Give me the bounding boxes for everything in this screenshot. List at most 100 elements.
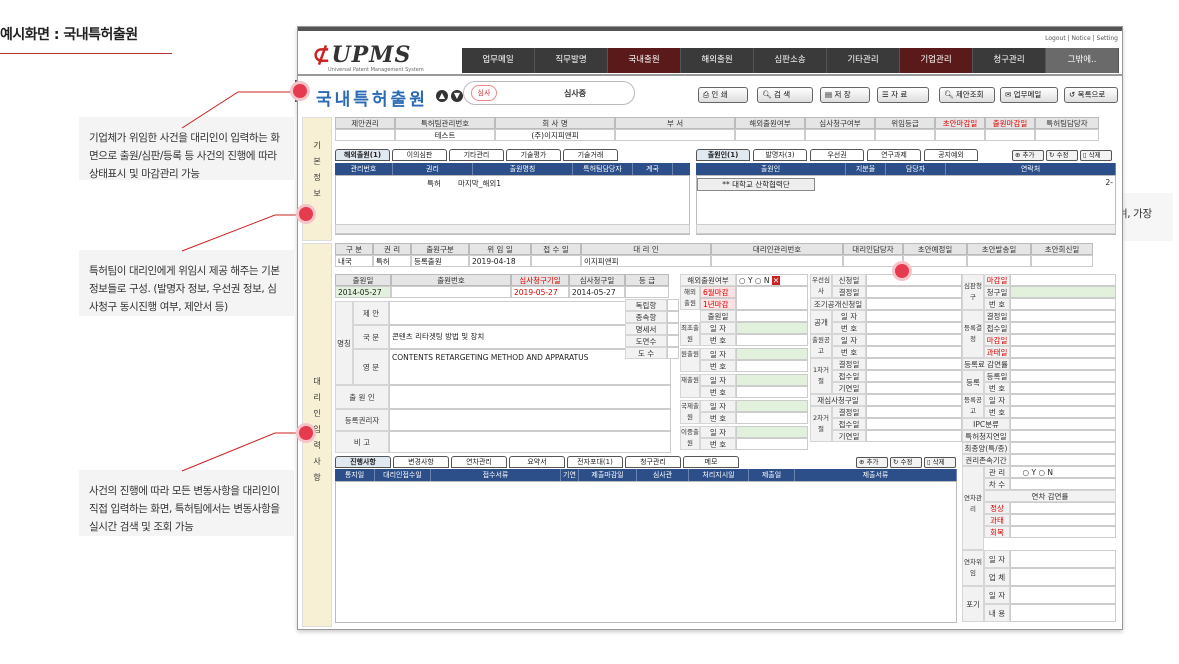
annuity-status-val-1[interactable] <box>1010 514 1116 526</box>
right-grid-scrollbar[interactable] <box>696 224 1116 234</box>
delete-button[interactable]: ▯ 삭제 <box>1080 150 1112 161</box>
summary-value-2[interactable]: (주)이지피앤피 <box>495 129 615 141</box>
remarks-field[interactable] <box>389 431 671 453</box>
tab-bottom-4[interactable]: 전자포대(1) <box>567 456 623 468</box>
edit-button[interactable]: ↻ 수정 <box>1046 150 1078 161</box>
app-value-3[interactable]: 2014-05-27 <box>569 286 625 298</box>
f6-deadline[interactable]: 6월마감 <box>700 286 736 298</box>
foreign-yn[interactable]: ○ Y ○ N ✕ <box>736 274 808 286</box>
nav-item-overseas[interactable]: 해외출원 <box>681 48 754 73</box>
case-value-6[interactable] <box>711 255 843 267</box>
case-value-0[interactable]: 내국 <box>335 255 373 267</box>
mid-sub-value-0-0[interactable] <box>736 322 808 334</box>
tab-bottom-3[interactable]: 요약서 <box>509 456 565 468</box>
tab-left-0[interactable]: 해외출원(1) <box>335 149 390 161</box>
flag-value-1[interactable] <box>667 311 679 323</box>
work-mail-button[interactable]: ✉ 업무메일 <box>1000 87 1058 103</box>
tab-right-4[interactable]: 공지예외 <box>924 149 978 161</box>
proposal-button[interactable]: 🔍︎ 제안조회 <box>939 87 995 103</box>
c4-value-391[interactable] <box>1010 418 1116 430</box>
nav-item-other[interactable]: 기타관리 <box>827 48 900 73</box>
c4-value-415[interactable] <box>1010 442 1116 454</box>
case-value-8[interactable] <box>903 255 967 267</box>
nav-item-company[interactable]: 기업관리 <box>900 48 973 73</box>
app-value-4[interactable] <box>625 286 669 298</box>
c4-value-307[interactable] <box>1010 334 1116 346</box>
case-value-9[interactable] <box>967 255 1031 267</box>
abandon-val-1[interactable] <box>1010 604 1116 622</box>
summary-value-7[interactable] <box>935 129 985 141</box>
tab-left-1[interactable]: 이의심판 <box>392 149 447 161</box>
tab-right-2[interactable]: 우선권 <box>810 149 864 161</box>
c3-value-319[interactable] <box>866 346 962 358</box>
foreign-appday[interactable] <box>736 310 808 322</box>
mid-sub-value-3-1[interactable] <box>736 412 808 424</box>
c3-value-307[interactable] <box>866 334 962 346</box>
c3-value-271[interactable] <box>866 298 962 310</box>
tab-left-2[interactable]: 기타관리 <box>449 149 504 161</box>
app-value-0[interactable]: 2014-05-27 <box>335 286 391 298</box>
arrow-down-icon[interactable]: ▼ <box>451 90 463 102</box>
mid-sub-value-1-0[interactable] <box>736 348 808 360</box>
table-row-name[interactable]: 마지막_해외1 <box>458 178 558 189</box>
mid-sub-value-4-0[interactable] <box>736 426 808 438</box>
tab-bottom-6[interactable]: 메모 <box>683 456 739 468</box>
case-value-10[interactable] <box>1031 255 1093 267</box>
case-value-3[interactable]: 2019-04-18 <box>469 255 531 267</box>
delay-val-1[interactable] <box>1010 568 1116 586</box>
search-button[interactable]: 🔍︎ 검 색 <box>757 87 813 103</box>
c4-value-259[interactable] <box>1010 286 1116 298</box>
summary-value-3[interactable] <box>615 129 735 141</box>
mid-sub-value-4-1[interactable] <box>736 438 808 450</box>
c3-value-367[interactable] <box>866 394 962 406</box>
c4-value-403[interactable] <box>1010 430 1116 442</box>
annuity-status-val-0[interactable] <box>1010 502 1116 514</box>
flag-value-3[interactable] <box>667 335 679 347</box>
mid-sub-value-3-0[interactable] <box>736 400 808 412</box>
c4-value-355[interactable] <box>1010 382 1116 394</box>
summary-value-1[interactable]: 테스트 <box>395 129 495 141</box>
app-value-2[interactable]: 2019-05-27 <box>511 286 569 298</box>
tab-left-4[interactable]: 기술거래 <box>563 149 618 161</box>
case-value-5[interactable]: 이지피앤피 <box>581 255 711 267</box>
tab-right-1[interactable]: 발명자(3) <box>753 149 807 161</box>
c4-value-271[interactable] <box>1010 298 1116 310</box>
app-value-1[interactable] <box>391 286 511 298</box>
tab-bottom-2[interactable]: 연차관리 <box>451 456 507 468</box>
summary-value-8[interactable] <box>985 129 1035 141</box>
summary-value-5[interactable] <box>805 129 875 141</box>
annuity-status-val-2[interactable] <box>1010 526 1116 538</box>
flag-value-0[interactable] <box>667 299 679 311</box>
c3-value-403[interactable] <box>866 430 962 442</box>
c3-value-259[interactable] <box>866 286 962 298</box>
c3-value-295[interactable] <box>866 322 962 334</box>
c3-value-331[interactable] <box>866 358 962 370</box>
arrow-up-icon[interactable]: ▲ <box>436 90 448 102</box>
c3-value-247[interactable] <box>866 274 962 286</box>
summary-value-6[interactable] <box>875 129 935 141</box>
materials-button[interactable]: ☰ 자 료 <box>877 87 929 103</box>
c4-value-319[interactable] <box>1010 346 1116 358</box>
summary-value-0[interactable] <box>335 129 395 141</box>
registrant-field[interactable] <box>389 409 671 431</box>
tab-left-3[interactable]: 기술평가 <box>506 149 561 161</box>
flag-value-2[interactable] <box>667 323 679 335</box>
tab-right-3[interactable]: 연구과제 <box>867 149 921 161</box>
c4-value-283[interactable] <box>1010 310 1116 322</box>
applicant-field[interactable] <box>389 385 671 409</box>
mid-sub-value-2-0[interactable] <box>736 374 808 386</box>
c4-value-379[interactable] <box>1010 406 1116 418</box>
c3-value-343[interactable] <box>866 370 962 382</box>
c3-value-283[interactable] <box>866 310 962 322</box>
tab-bottom-1[interactable]: 변경사항 <box>393 456 449 468</box>
nav-item-mail[interactable]: 업무메일 <box>462 48 535 73</box>
mid-sub-value-0-1[interactable] <box>736 334 808 346</box>
nav-item-domestic[interactable]: 국내출원 <box>608 48 681 73</box>
delay-val-0[interactable] <box>1010 550 1116 568</box>
tab-bottom-5[interactable]: 청구관리 <box>625 456 681 468</box>
case-value-2[interactable]: 등록출원 <box>411 255 469 267</box>
mid-sub-value-1-1[interactable] <box>736 360 808 372</box>
case-value-4[interactable] <box>531 255 581 267</box>
c3-value-391[interactable] <box>866 418 962 430</box>
f1-deadline[interactable]: 1년마감 <box>700 298 736 310</box>
